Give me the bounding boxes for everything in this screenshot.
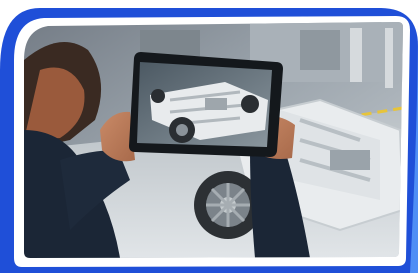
ar-photo-card bbox=[0, 0, 418, 273]
tablet bbox=[129, 52, 283, 157]
ar-photo-illustration bbox=[0, 8, 418, 273]
photo bbox=[24, 22, 403, 258]
